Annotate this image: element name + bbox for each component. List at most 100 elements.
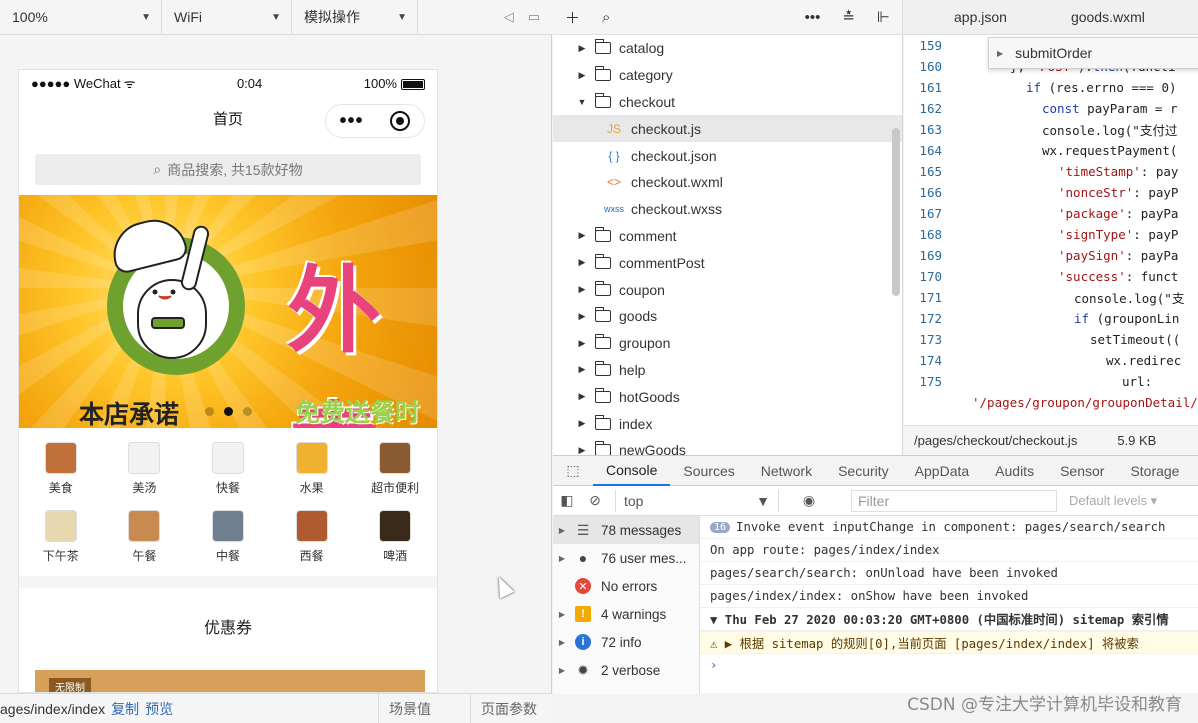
console-filter-item[interactable]: ▶ ● 76 user mes...	[553, 544, 699, 572]
add-file-icon[interactable]: ＋	[565, 7, 580, 28]
file-item[interactable]: JS checkout.js	[553, 115, 902, 143]
file-item[interactable]: { } checkout.json	[553, 142, 902, 169]
folder-item[interactable]: ▶ coupon	[553, 276, 902, 303]
category-item[interactable]: 超市便利	[353, 442, 437, 496]
outline-popup[interactable]: ▶ submitOrder	[988, 37, 1198, 69]
split-view-icon[interactable]: ⊩	[877, 8, 890, 26]
folder-item[interactable]: ▶ category	[553, 62, 902, 89]
indicator-dot[interactable]	[243, 407, 252, 416]
zoom-select[interactable]: 100% ▼	[0, 0, 162, 35]
console-message[interactable]: On app route: pages/index/index	[700, 539, 1198, 562]
log-levels-select[interactable]: Default levels ▾	[1069, 493, 1157, 509]
chevron-right-icon[interactable]: ▶	[575, 70, 589, 81]
code-line: 162 const payParam = r	[904, 98, 1198, 119]
chevron-right-icon[interactable]: ▶	[575, 284, 589, 295]
code-line: 173 setTimeout((	[904, 329, 1198, 350]
category-item[interactable]: 啤酒	[353, 510, 437, 564]
context-select[interactable]: top ▼	[615, 489, 779, 512]
network-select[interactable]: WiFi ▼	[162, 0, 292, 35]
category-image	[128, 442, 161, 474]
search-bar[interactable]: ⌕ 商品搜索, 共15款好物	[35, 154, 421, 185]
tab-sensor[interactable]: Sensor	[1047, 456, 1117, 486]
category-item[interactable]: 水果	[270, 442, 354, 496]
console-message[interactable]: ⚠ ▶ 根据 sitemap 的规则[0],当前页面 [pages/index/…	[700, 631, 1198, 654]
tab-appdata[interactable]: AppData	[902, 456, 982, 486]
category-item[interactable]: 午餐	[103, 510, 187, 564]
chevron-down-icon[interactable]: ▼	[575, 97, 589, 107]
console-message[interactable]: ▼ Thu Feb 27 2020 00:03:20 GMT+0800 (中国标…	[700, 608, 1198, 631]
tab-security[interactable]: Security	[825, 456, 902, 486]
more-icon[interactable]: •••	[805, 9, 821, 26]
eye-icon[interactable]: ◉	[795, 492, 823, 509]
clear-console-icon[interactable]: ⊘	[581, 492, 609, 509]
code-area[interactable]: ▶ submitOrder 159160}, 'POST').then(func…	[904, 35, 1198, 425]
volume-icon[interactable]: ◁	[504, 9, 514, 25]
more-icon[interactable]: •••	[339, 111, 363, 131]
indicator-dot-active[interactable]	[224, 407, 233, 416]
console-filter-input[interactable]: Filter	[851, 489, 1057, 512]
category-item[interactable]: 下午茶	[19, 510, 103, 564]
folder-item[interactable]: ▼ checkout	[553, 89, 902, 116]
collapse-all-icon[interactable]: ≛	[842, 8, 855, 26]
chevron-right-icon[interactable]: ▶	[575, 418, 589, 429]
sidebar-toggle-icon[interactable]: ◧	[553, 492, 581, 509]
folder-item[interactable]: ▶ groupon	[553, 330, 902, 357]
code-line: 168 'signType': payP	[904, 224, 1198, 245]
chevron-right-icon[interactable]: ▶	[575, 257, 589, 268]
category-item[interactable]: 中餐	[186, 510, 270, 564]
tab-goods-wxml[interactable]: goods.wxml	[1035, 9, 1173, 25]
tab-sources[interactable]: Sources	[670, 456, 747, 486]
console-prompt[interactable]: ›	[700, 654, 1198, 676]
tab-storage[interactable]: Storage	[1117, 456, 1192, 486]
category-item[interactable]: 快餐	[186, 442, 270, 496]
page-params-button[interactable]: 页面参数	[470, 694, 552, 723]
preview-link[interactable]: 预览	[145, 699, 173, 719]
console-filter-item[interactable]: ✕ No errors	[553, 572, 699, 600]
chevron-right-icon[interactable]: ▶	[575, 230, 589, 241]
folder-item[interactable]: ▶ goods	[553, 303, 902, 330]
console-filter-item[interactable]: ▶ i 72 info	[553, 628, 699, 656]
tab-network[interactable]: Network	[748, 456, 825, 486]
window-icon[interactable]: ▭	[528, 9, 540, 25]
console-message[interactable]: pages/search/search: onUnload have been …	[700, 562, 1198, 585]
console-filter-item[interactable]: ▶ ☰ 78 messages	[553, 516, 699, 544]
code-line: 163 console.log("支付过	[904, 119, 1198, 140]
line-number: 162	[919, 101, 942, 116]
console-message[interactable]: 16 Invoke event inputChange in component:…	[700, 516, 1198, 539]
folder-item[interactable]: ▶ comment	[553, 223, 902, 250]
file-item[interactable]: <> checkout.wxml	[553, 169, 902, 196]
folder-item[interactable]: ▶ hotGoods	[553, 383, 902, 410]
console-filter-item[interactable]: ▶ ✹ 2 verbose	[553, 656, 699, 684]
coupon-card[interactable]: 无限制	[35, 670, 425, 692]
tab-console[interactable]: Console	[593, 456, 671, 486]
console-filter-item[interactable]: ▶! 4 warnings	[553, 600, 699, 628]
folder-item[interactable]: ▶ index	[553, 410, 902, 437]
battery-status: 100%	[364, 76, 425, 91]
folder-item[interactable]: ▶ catalog	[553, 35, 902, 62]
file-item[interactable]: wxss checkout.wxss	[553, 196, 902, 223]
copy-path-link[interactable]: 复制	[111, 699, 139, 719]
console-message[interactable]: pages/index/index: onShow have been invo…	[700, 585, 1198, 608]
tab-app-json[interactable]: app.json	[904, 9, 1035, 25]
wxss-file-icon: wxss	[604, 204, 624, 215]
close-mini-program-icon[interactable]	[390, 111, 411, 131]
chevron-right-icon[interactable]: ▶	[575, 338, 589, 349]
scene-value-button[interactable]: 场景值	[378, 694, 470, 723]
indicator-dot[interactable]	[205, 407, 214, 416]
chevron-right-icon[interactable]: ▶	[575, 311, 589, 322]
search-icon[interactable]: ⌕	[602, 9, 610, 26]
inspect-icon[interactable]: ⬚	[553, 462, 593, 479]
category-item[interactable]: 美汤	[103, 442, 187, 496]
chevron-right-icon[interactable]: ▶	[575, 364, 589, 375]
category-item[interactable]: 西餐	[270, 510, 354, 564]
chevron-right-icon[interactable]: ▶	[575, 43, 589, 54]
mode-select[interactable]: 模拟操作 ▼	[292, 0, 418, 35]
promo-banner[interactable]: 外卖 本店承诺 免费送餐时	[19, 195, 437, 428]
folder-item[interactable]: ▶ commentPost	[553, 249, 902, 276]
chevron-right-icon[interactable]: ▶	[575, 391, 589, 402]
category-item[interactable]: 美食	[19, 442, 103, 496]
file-tree-scrollbar[interactable]	[892, 128, 900, 296]
tab-audits[interactable]: Audits	[982, 456, 1047, 486]
folder-item[interactable]: ▶ help	[553, 357, 902, 384]
console-sidebar: ▶ ☰ 78 messages ▶ ● 76 user mes... ✕ No errors ▶…	[553, 516, 700, 694]
